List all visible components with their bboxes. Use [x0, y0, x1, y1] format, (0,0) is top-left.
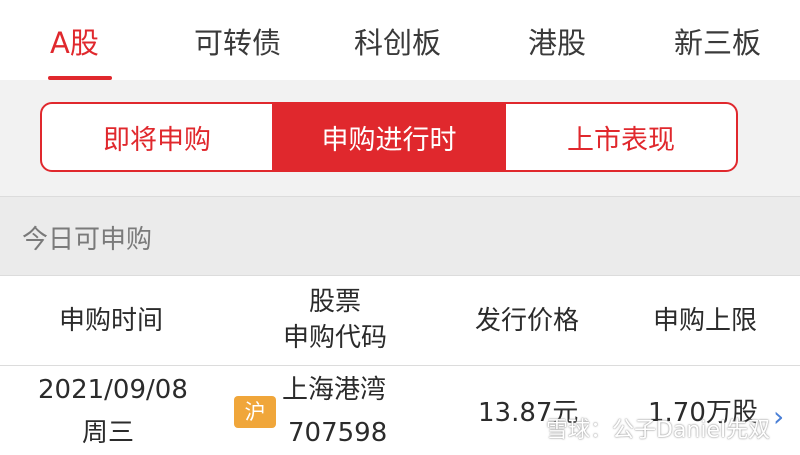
header-subscribe-limit: 申购上限 [652, 306, 757, 336]
row-date: 2021/09/08 [38, 375, 188, 405]
row-stock-code: 707598 [288, 418, 388, 448]
row-stock-name: 上海港湾 [282, 375, 387, 405]
segment-band: 即将申购 申购进行时 上市表现 [0, 80, 800, 196]
header-code-line1: 股票 [308, 287, 361, 317]
segment-in-progress[interactable]: 申购进行时 [272, 104, 504, 170]
section-header: 今日可申购 [0, 196, 800, 276]
header-subscribe-time: 申购时间 [58, 306, 163, 336]
ipo-status-segmented-control: 即将申购 申购进行时 上市表现 [40, 102, 738, 172]
header-code-line2: 申购代码 [282, 323, 387, 353]
tab-neeq[interactable]: 新三板 [674, 20, 761, 62]
tab-star-market[interactable]: 科创板 [354, 20, 441, 62]
header-issue-price: 发行价格 [474, 306, 579, 336]
market-tab-bar: A股 可转债 科创板 港股 新三板 [0, 0, 800, 80]
segment-listing-performance[interactable]: 上市表现 [504, 104, 736, 170]
tab-convertible-bonds[interactable]: 可转债 [194, 20, 281, 62]
section-title: 今日可申购 [22, 225, 153, 255]
segment-upcoming[interactable]: 即将申购 [42, 104, 272, 170]
market-badge: 沪 [234, 396, 276, 428]
watermark: 雪球：公子Daniel先双 [546, 418, 771, 443]
tab-hk-stocks[interactable]: 港股 [528, 20, 586, 62]
table-header: 申购时间 股票 申购代码 发行价格 申购上限 [0, 276, 800, 366]
row-weekday: 周三 [82, 418, 135, 448]
tab-a-shares[interactable]: A股 [50, 20, 99, 62]
chevron-right-icon[interactable]: › [773, 400, 784, 433]
